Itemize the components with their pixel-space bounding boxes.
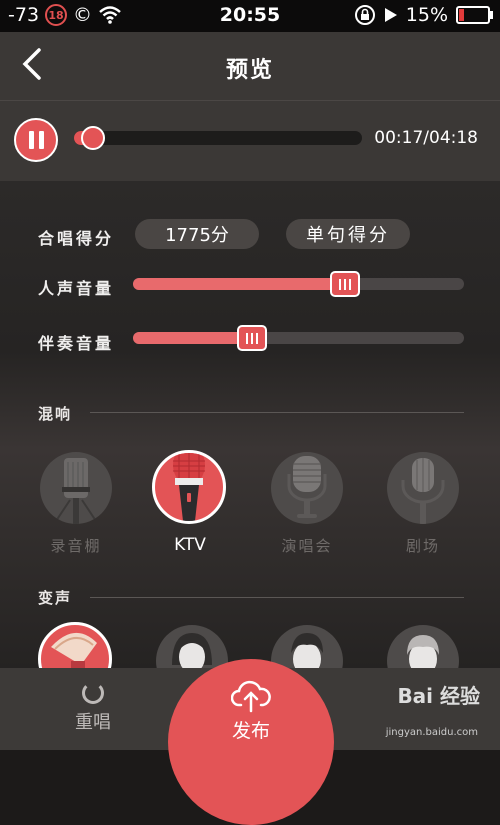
rotation-lock-icon [354,5,375,25]
battery-percent: 15% [405,4,448,26]
vocal-volume-thumb[interactable] [330,271,360,297]
studio-mic-icon [53,458,99,524]
voice-change-divider [90,597,464,598]
voice-change-section-title: 变声 [38,589,73,607]
reverb-studio-label: 录音棚 [50,537,102,555]
status-bar: -73 18 © 20:55 15% [0,0,500,32]
progress-track[interactable] [74,131,362,145]
watermark-url: jingyan.baidu.com [385,727,478,738]
chorus-score-label: 合唱得分 [38,229,115,248]
battery-icon [456,6,493,24]
reverb-section-title: 混响 [38,405,73,423]
per-line-score-button[interactable]: 单句得分 [286,219,410,249]
page-title: 预览 [225,58,274,83]
accompaniment-volume-fill [133,332,252,344]
vocal-volume-label: 人声音量 [38,279,115,298]
score-value: 1775分 [135,219,259,249]
publish-label: 发布 [231,720,270,742]
concert-mic-icon [287,456,327,518]
pause-button[interactable] [14,118,58,162]
theater-mic-icon [401,458,445,524]
settings-panel [0,181,500,668]
redo-button[interactable]: 重唱 [56,682,130,734]
accompaniment-volume-label: 伴奏音量 [38,334,115,353]
reverb-concert-button[interactable] [271,452,343,524]
reverb-theater-button[interactable] [387,452,459,524]
reverb-studio-button[interactable] [40,452,112,524]
reverb-theater-label: 剧场 [405,537,440,555]
reverb-divider [90,412,464,413]
playback-time: 00:17/04:18 [374,128,478,148]
redo-icon [82,682,104,704]
accompaniment-volume-thumb[interactable] [237,325,267,351]
ktv-mic-icon [173,453,205,521]
reverb-ktv-label: KTV [174,535,206,555]
progress-thumb[interactable] [81,126,105,150]
reverb-ktv-button[interactable] [152,450,226,524]
publish-button[interactable]: 发布 [168,659,334,825]
play-status-icon [384,8,397,22]
redo-label: 重唱 [75,712,111,733]
nav-bar: 预览 [0,32,500,101]
vocal-volume-fill [133,278,345,290]
watermark-brand: Bai 经验 [397,684,480,708]
cloud-upload-icon [231,680,271,713]
reverb-concert-label: 演唱会 [281,537,333,555]
